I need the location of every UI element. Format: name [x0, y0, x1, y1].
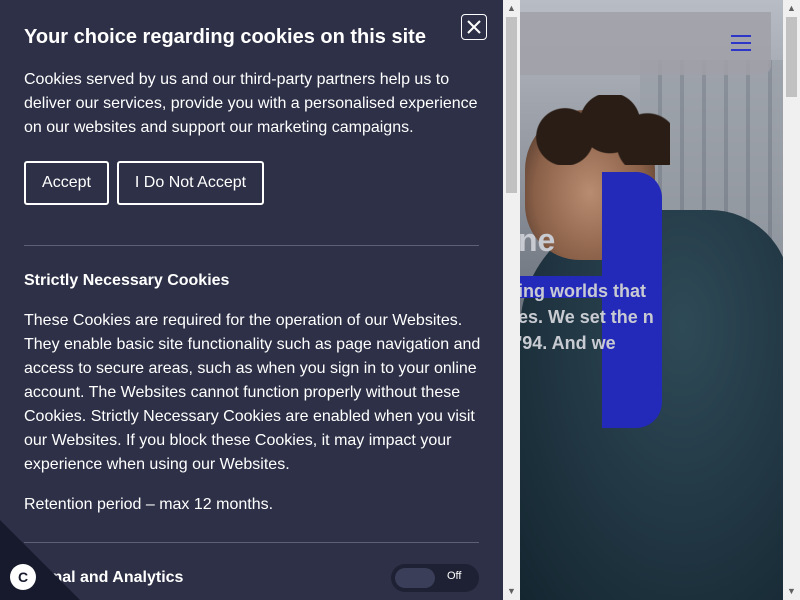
cookie-panel-scrollbar-thumb[interactable]: [506, 17, 517, 193]
toggle-state-label: Off: [447, 570, 462, 582]
functional-analytics-toggle[interactable]: Off: [391, 564, 479, 592]
scroll-down-icon[interactable]: ▼: [503, 583, 520, 600]
page-scrollbar-thumb[interactable]: [786, 17, 797, 97]
cookie-settings-badge[interactable]: C: [0, 520, 80, 600]
cookie-icon: C: [10, 564, 36, 590]
badge-background: [0, 520, 80, 600]
retention-period-text: Retention period – max 12 months.: [24, 496, 274, 513]
accept-button[interactable]: Accept: [24, 161, 109, 205]
cookie-panel-scrollbar[interactable]: ▲ ▼: [503, 0, 520, 600]
hero-heading: ne: [518, 222, 556, 258]
cookie-panel-title: Your choice regarding cookies on this si…: [24, 26, 426, 48]
strictly-necessary-title: Strictly Necessary Cookies: [24, 272, 230, 289]
strictly-necessary-text: These Cookies are required for the opera…: [24, 312, 481, 473]
toggle-knob: [395, 568, 435, 588]
close-button[interactable]: [461, 14, 487, 40]
scroll-up-icon[interactable]: ▲: [783, 0, 800, 17]
hamburger-icon[interactable]: [731, 35, 751, 51]
cookie-consent-panel: Your choice regarding cookies on this si…: [0, 0, 503, 600]
scroll-up-icon[interactable]: ▲: [503, 0, 520, 17]
close-icon: [467, 20, 481, 34]
hero-person-hair: [520, 95, 670, 165]
hero-paragraph: ing worlds that es. We set the n '94. An…: [518, 281, 654, 353]
cookie-intro-text: Cookies served by us and our third-party…: [24, 71, 478, 136]
page-scrollbar[interactable]: ▲ ▼: [783, 0, 800, 600]
reject-button[interactable]: I Do Not Accept: [117, 161, 264, 205]
section-divider: [24, 542, 479, 543]
scroll-down-icon[interactable]: ▼: [783, 583, 800, 600]
section-divider: [24, 245, 479, 246]
